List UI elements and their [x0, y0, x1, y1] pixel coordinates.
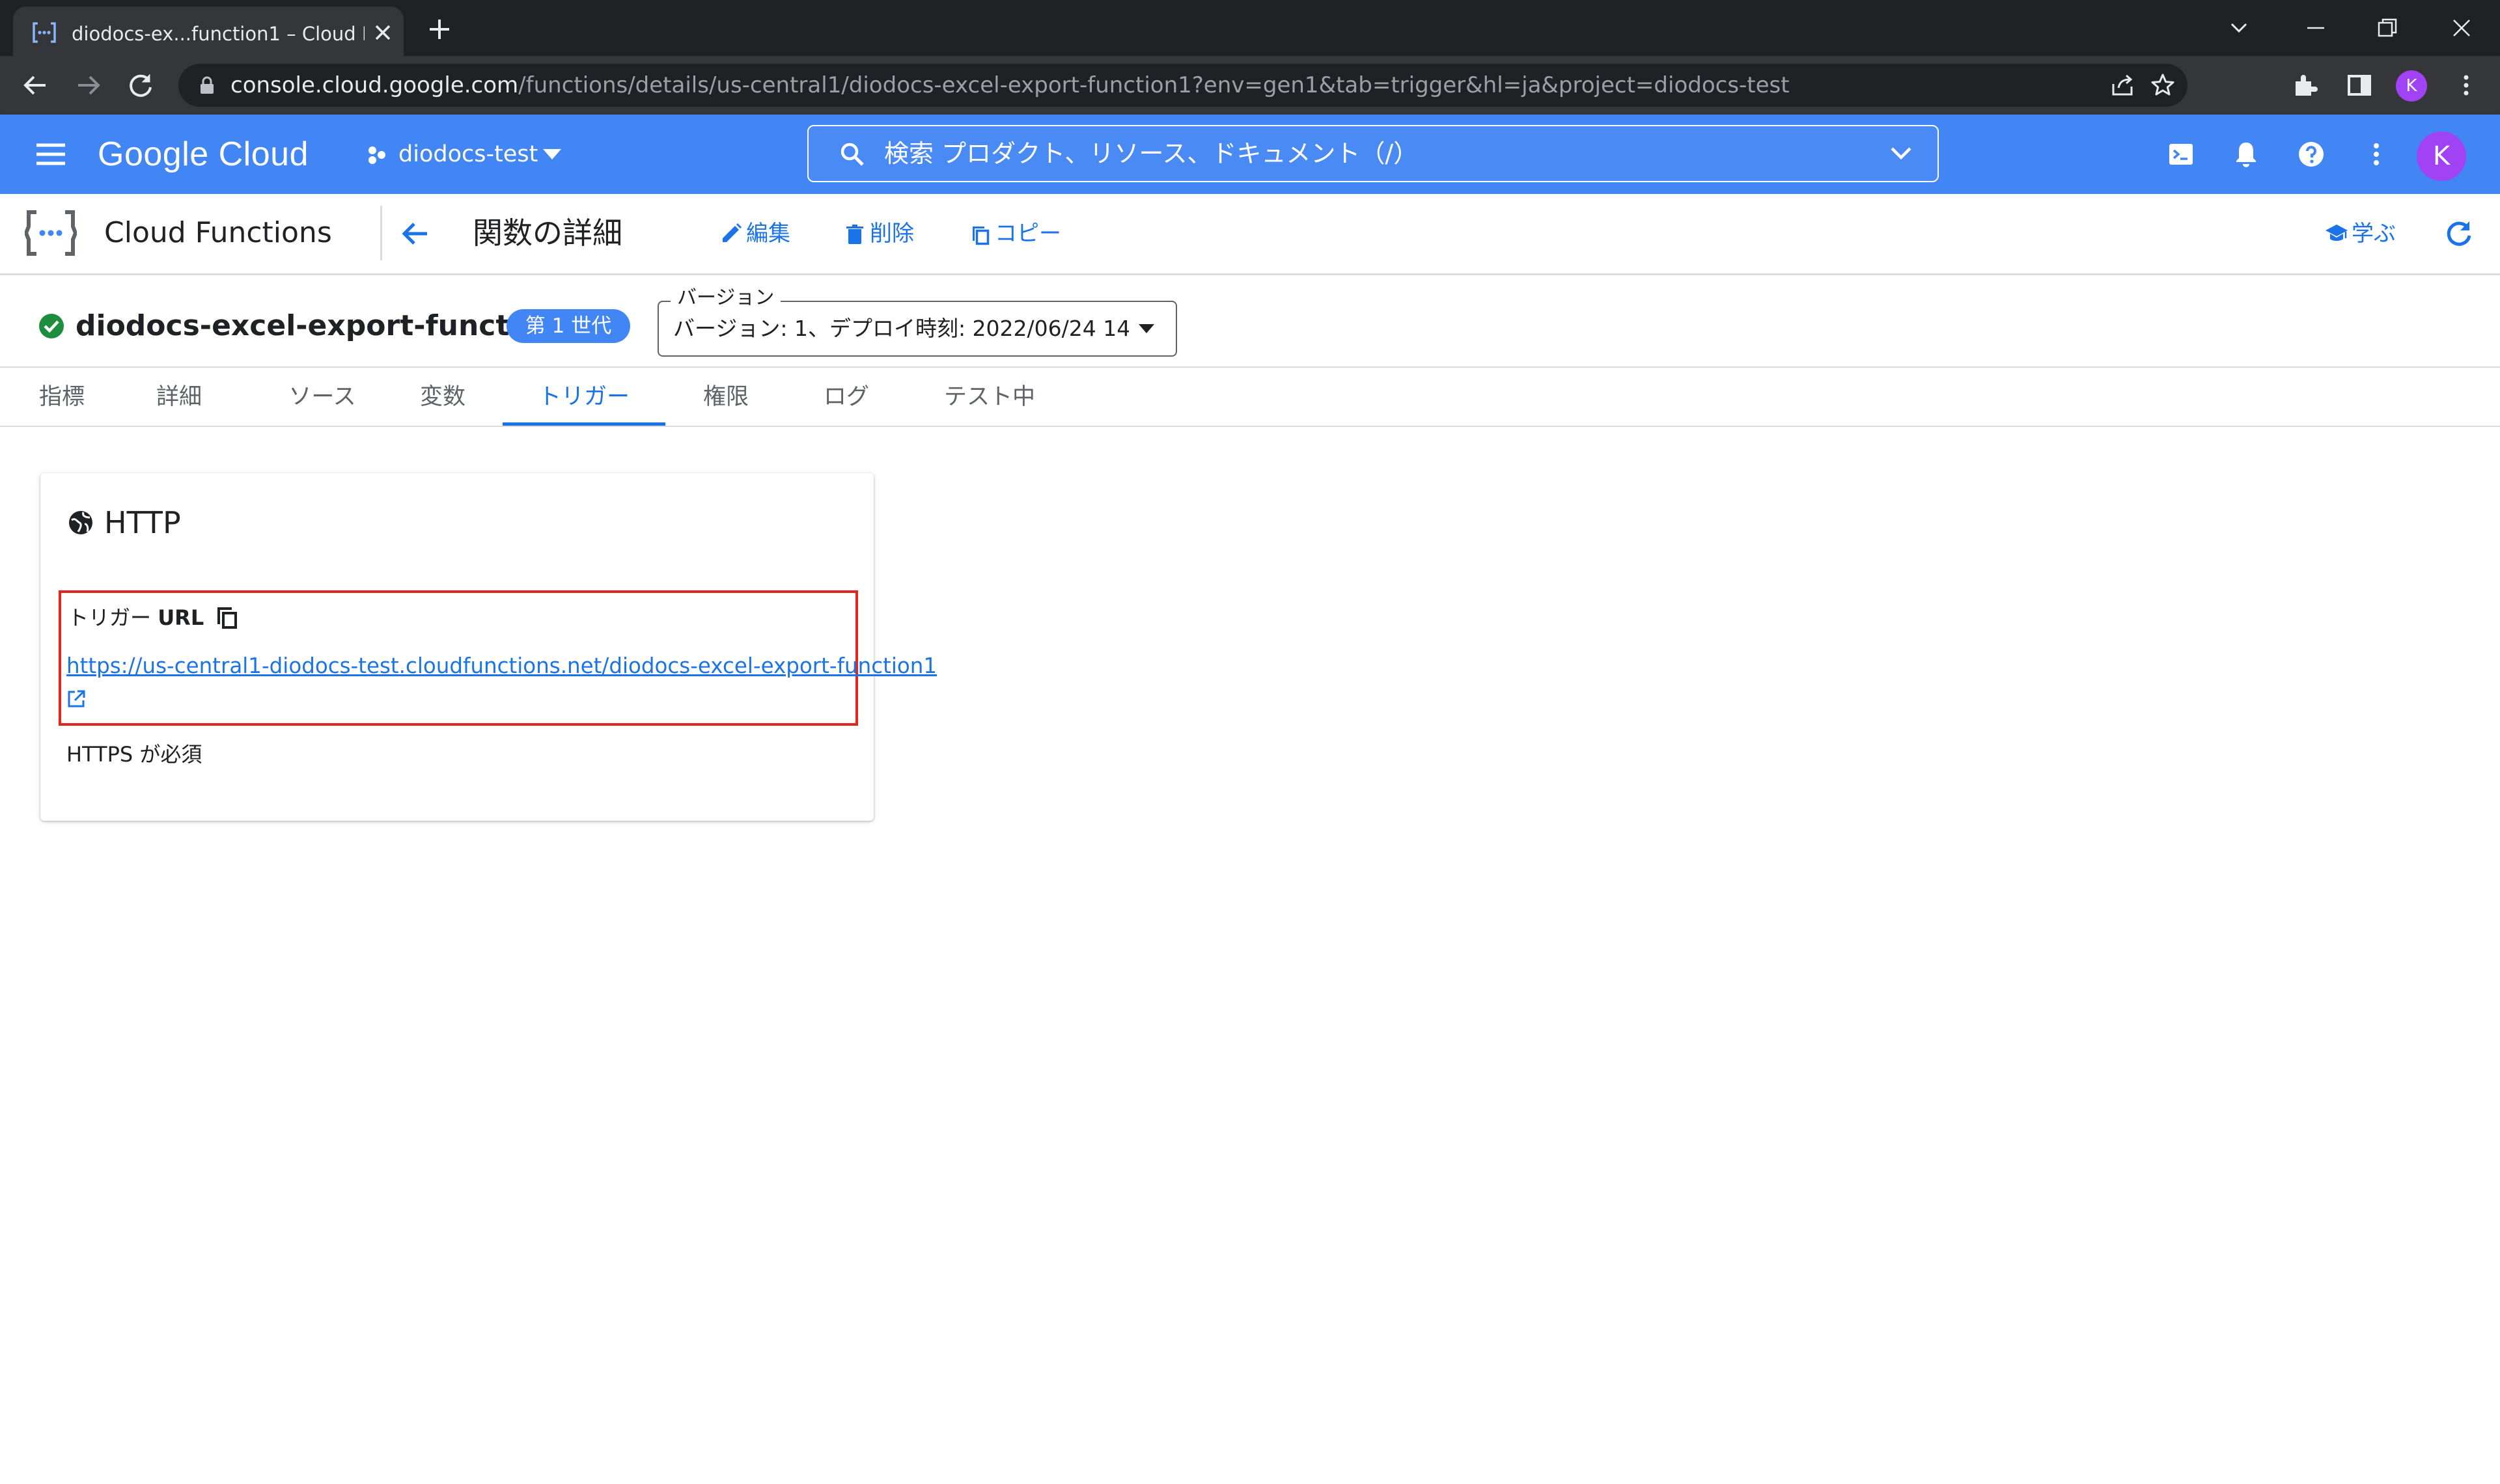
edit-button[interactable]: 編集	[719, 217, 797, 250]
tab-variables[interactable]: 変数	[397, 371, 488, 423]
side-panel-icon[interactable]	[2344, 70, 2375, 101]
profile-button[interactable]: K	[2396, 70, 2427, 102]
tab-source[interactable]: ソース	[267, 371, 378, 423]
globe-icon	[68, 510, 94, 536]
cloud-functions-icon	[25, 208, 77, 258]
copy-icon[interactable]	[214, 603, 241, 631]
share-icon[interactable]	[2109, 72, 2135, 98]
reload-icon[interactable]	[125, 70, 156, 101]
tab-trigger[interactable]: トリガー	[503, 371, 665, 423]
delete-icon	[846, 225, 863, 244]
edit-label: 編集	[746, 221, 790, 247]
tab-details[interactable]: 詳細	[137, 371, 221, 423]
close-icon[interactable]	[370, 20, 396, 46]
window-close-button[interactable]	[2447, 13, 2477, 43]
help-icon[interactable]	[2296, 139, 2327, 170]
function-name: diodocs-excel-export-function1	[76, 309, 579, 342]
browser-tab-title: diodocs-ex...function1 – Cloud Fu	[72, 23, 365, 45]
check-circle-icon	[38, 312, 65, 340]
tab-search-icon[interactable]	[2224, 13, 2254, 43]
google-cloud-logo[interactable]: Google Cloud	[98, 129, 309, 180]
avatar[interactable]: K	[2417, 131, 2466, 181]
more-vert-icon[interactable]	[2361, 139, 2392, 170]
open-in-new-icon[interactable]	[65, 688, 87, 710]
hamburger-menu-icon[interactable]	[33, 139, 69, 170]
browser-toolbar: console.cloud.google.com/functions/detai…	[0, 56, 2500, 115]
learn-label: 学ぶ	[2352, 221, 2396, 247]
refresh-icon[interactable]	[2441, 216, 2477, 251]
console-header: Google Cloud diodocs-test 検索 プロダクト、リソース、…	[0, 115, 2500, 194]
edit-icon	[723, 223, 742, 242]
learn-icon	[2326, 225, 2348, 241]
project-name: diodocs-test	[398, 141, 538, 167]
divider	[0, 426, 2500, 427]
version-select[interactable]: バージョン バージョン: 1、デプロイ時刻: 2022/06/24 14:...	[658, 285, 1177, 357]
page-title: 関数の詳細	[473, 215, 622, 251]
caret-down-icon	[1137, 322, 1156, 336]
new-tab-button[interactable]	[424, 14, 454, 44]
divider	[380, 206, 382, 260]
delete-button[interactable]: 削除	[842, 217, 921, 250]
restore-button[interactable]	[2372, 13, 2402, 43]
trigger-url-link[interactable]: https://us-central1-diodocs-test.cloudfu…	[66, 649, 937, 683]
https-required-note: HTTPS が必須	[66, 742, 202, 767]
trigger-card: HTTP トリガー URL https://us-central1-diodoc…	[40, 473, 937, 821]
divider	[0, 366, 2500, 368]
cloud-functions-icon	[31, 20, 57, 46]
generation-badge: 第 1 世代	[507, 309, 630, 343]
back-arrow-icon[interactable]	[397, 216, 432, 251]
card-title: HTTP	[104, 505, 181, 540]
copy-icon	[973, 227, 990, 245]
copy-button[interactable]: コピー	[967, 217, 1065, 250]
browser-tab[interactable]: diodocs-ex...function1 – Cloud Fu	[13, 7, 404, 56]
browser-titlebar: diodocs-ex...function1 – Cloud Fu	[0, 0, 2500, 56]
lock-icon[interactable]	[197, 75, 217, 96]
minimize-button[interactable]	[2301, 13, 2331, 43]
tab-metrics[interactable]: 指標	[20, 371, 104, 423]
search-placeholder: 検索 プロダクト、リソース、ドキュメント（/）	[884, 139, 1419, 168]
back-arrow-icon[interactable]	[20, 70, 51, 101]
project-icon	[365, 143, 389, 167]
tab-logs[interactable]: ログ	[807, 371, 885, 423]
url-text[interactable]: console.cloud.google.com/functions/detai…	[230, 64, 1790, 107]
trigger-url-label: トリガー URL	[68, 605, 204, 630]
caret-down-icon	[540, 145, 564, 163]
tab-testing[interactable]: テスト中	[924, 371, 1055, 423]
chevron-down-icon[interactable]	[1888, 142, 1914, 165]
product-subheader: Cloud Functions 関数の詳細 編集 削除 コピー 学ぶ	[0, 194, 2500, 275]
delete-label: 削除	[870, 221, 914, 247]
bell-icon[interactable]	[2230, 139, 2262, 170]
forward-arrow-icon[interactable]	[73, 70, 104, 101]
star-icon[interactable]	[2150, 72, 2176, 98]
cloud-shell-icon[interactable]	[2165, 139, 2197, 170]
tab-permissions[interactable]: 権限	[684, 371, 768, 423]
product-name: Cloud Functions	[104, 216, 332, 249]
more-vert-icon[interactable]	[2451, 70, 2482, 101]
search-input[interactable]: 検索 プロダクト、リソース、ドキュメント（/）	[807, 125, 1939, 182]
copy-label: コピー	[995, 221, 1061, 247]
version-value: バージョン: 1、デプロイ時刻: 2022/06/24 14:...	[673, 316, 1129, 341]
extensions-icon[interactable]	[2290, 70, 2322, 101]
address-bar[interactable]: console.cloud.google.com/functions/detai…	[178, 64, 2188, 107]
search-icon	[839, 141, 866, 168]
learn-button[interactable]: 学ぶ	[2324, 217, 2409, 250]
